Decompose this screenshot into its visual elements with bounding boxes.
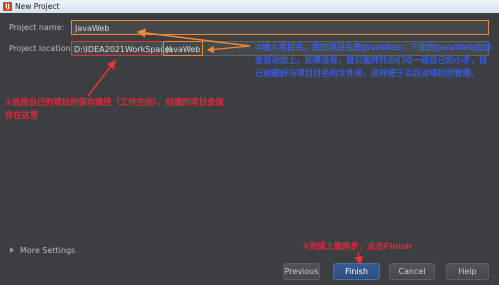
name-arrow [136,28,251,47]
more-settings-label: More Settings [20,246,76,255]
finish-button[interactable]: Finish [333,263,380,280]
suffix-arrow [206,45,251,54]
location-annotation: ①选择自己的项目的保存路径（工作空间），创建的项目会保存在这里 [5,97,224,120]
finish-annotation: ③完成上面两步，点击Finish [302,241,412,251]
more-settings-toggle[interactable]: More Settings [10,246,75,255]
resize-grip-icon[interactable]: ⋰ [490,275,497,283]
location-arrow [87,59,116,97]
chevron-right-icon [10,247,14,253]
cancel-button[interactable]: Cancel [389,263,435,280]
help-button[interactable]: Help [446,263,489,280]
previous-button[interactable]: Previous [283,263,320,280]
name-annotation: ②输入项目名，我的项目名是JavaWeb，下面的JavaWeb应该会自动加上，如… [255,42,492,78]
